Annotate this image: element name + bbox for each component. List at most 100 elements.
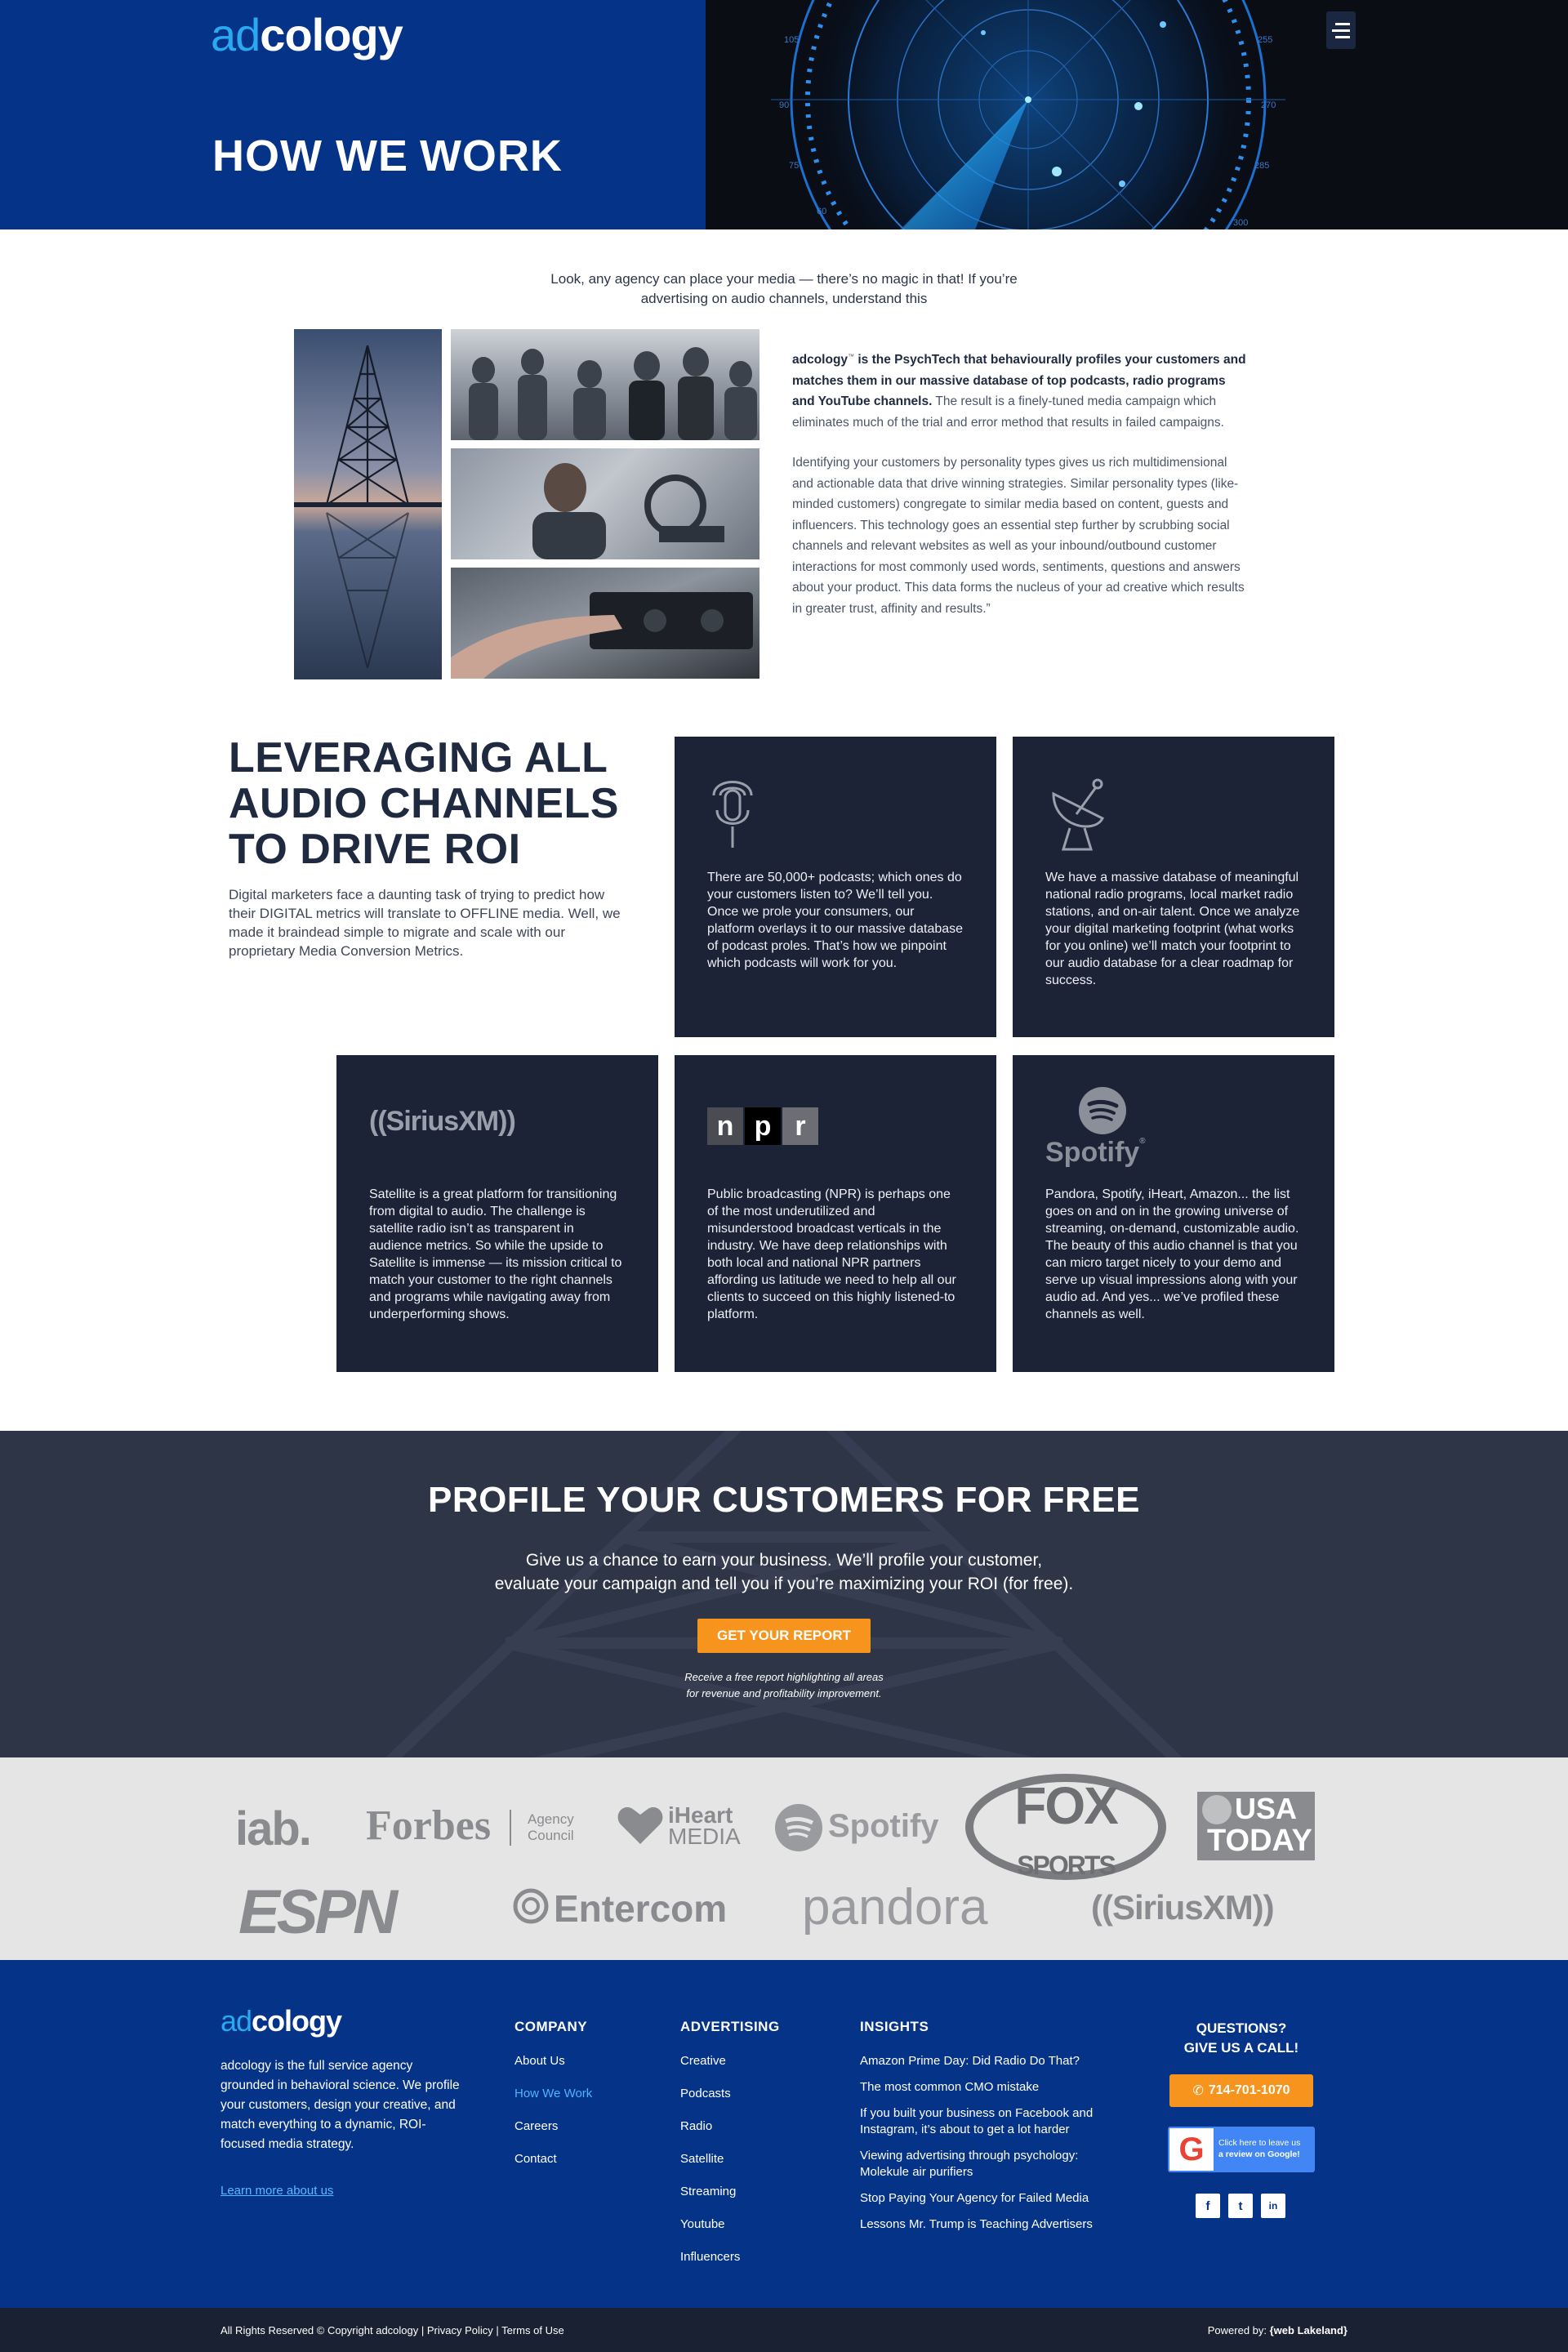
intro-lead: Look, any agency can place your media — … [550, 271, 1018, 306]
spotify-card-text: Pandora, Spotify, iHeart, Amazon... the … [1045, 1187, 1299, 1321]
podcast-card-text: There are 50,000+ podcasts; which ones d… [707, 871, 964, 970]
trademark: ™ [848, 353, 855, 360]
leverage-line-3: TO DRIVE ROI [229, 826, 521, 873]
google-review-button[interactable]: G Click here to leave us a review on Goog… [1168, 2127, 1315, 2172]
powered-by: Powered by: {web Lakeland} [1208, 2324, 1348, 2336]
footer-insight-link[interactable]: Amazon Prime Day: Did Radio Do That? [860, 2053, 1129, 2069]
questions-line-1: QUESTIONS? [1196, 2020, 1287, 2036]
copyright-text: All Rights Reserved © Copyright adcology… [220, 2324, 564, 2336]
cta-section: PROFILE YOUR CUSTOMERS FOR FREE Give us … [0, 1431, 1568, 1757]
espn-logo: ESPN [238, 1878, 398, 1947]
footer-link-youtube[interactable]: Youtube [680, 2216, 780, 2233]
google-review-line-2: a review on Google! [1218, 2149, 1300, 2159]
footer-link-podcasts[interactable]: Podcasts [680, 2086, 780, 2102]
footer-logo-cology: cology [252, 2004, 342, 2038]
spotify-wordmark: Spotify [1045, 1137, 1140, 1168]
footer-link-about-us[interactable]: About Us [514, 2053, 592, 2069]
iheart-media: MEDIA [668, 1824, 741, 1849]
hero-banner: 105 90 75 60 255 270 285 300 adcology HO… [0, 0, 1568, 229]
footer-link-contact[interactable]: Contact [514, 2151, 592, 2167]
studio-illustration [532, 463, 724, 559]
get-report-button[interactable]: GET YOUR REPORT [697, 1619, 871, 1653]
iheart-logo: iHeart MEDIA [668, 1804, 741, 1849]
twitter-icon[interactable]: t [1228, 2194, 1253, 2218]
npr-card-text: Public broadcasting (NPR) is perhaps one… [707, 1187, 956, 1321]
forbes-logo: Forbes [366, 1802, 492, 1849]
leverage-description: Digital marketers face a daunting task o… [229, 887, 621, 959]
cta-title-bold: CUSTOMERS FOR FREE [711, 1480, 1140, 1520]
intro-paragraph-2: Identifying your customers by personalit… [792, 456, 1245, 616]
footer-link-influencers[interactable]: Influencers [680, 2249, 780, 2265]
car-radio-photo [451, 568, 760, 679]
spotify-registered-mark: ® [1139, 1137, 1146, 1146]
partner-logos: iab. Forbes Agency Council iHeart MEDIA Sp… [0, 1757, 1568, 1960]
brand-name: adcology [792, 353, 849, 368]
footer-link-creative[interactable]: Creative [680, 2053, 780, 2069]
footer-advertising-column: ADVERTISING Creative Podcasts Radio Sate… [680, 2019, 780, 2282]
leverage-heading: LEVERAGING ALL AUDIO CHANNELS TO DRIVE R… [229, 735, 653, 872]
footer-insight-link[interactable]: If you built your business on Facebook a… [860, 2105, 1129, 2138]
footer-insight-link[interactable]: The most common CMO mistake [860, 2079, 1129, 2096]
forbes-council-label: Agency Council [528, 1811, 574, 1844]
radar-label: 300 [1233, 218, 1248, 228]
cta-note-line-2: for revenue and profitability improvemen… [686, 1687, 882, 1699]
car-radio-illustration [451, 592, 753, 679]
page-title: HOW WE WORK [212, 131, 563, 181]
siriusxm-logo: ((SiriusXM)) [369, 1106, 516, 1137]
spotify-icon [1079, 1087, 1126, 1134]
footer-about: adcology is the full service agency grou… [220, 2059, 460, 2151]
npr-letter: r [782, 1107, 818, 1145]
google-icon: G [1169, 2128, 1214, 2171]
spotify-logo: Spotify® [1045, 1086, 1160, 1169]
podcast-card: There are 50,000+ podcasts; which ones d… [675, 737, 996, 1037]
footer-logo[interactable]: adcology [220, 2004, 342, 2038]
radio-tower-photo [294, 329, 442, 679]
footer-company-column: COMPANY About Us How We Work Careers Con… [514, 2019, 592, 2184]
spotify-card: Spotify® Pandora, Spotify, iHeart, Amazo… [1013, 1055, 1334, 1372]
footer-link-streaming[interactable]: Streaming [680, 2184, 780, 2200]
footer-insights-column: INSIGHTS Amazon Prime Day: Did Radio Do … [860, 2019, 1129, 2243]
forbes-sub-2: Council [528, 1828, 574, 1843]
hamburger-icon-bar [1335, 35, 1350, 38]
site-logo[interactable]: adcology [211, 8, 403, 61]
learn-more-link[interactable]: Learn more about us [220, 2184, 333, 2198]
footer-link-how-we-work[interactable]: How We Work [514, 2086, 592, 2102]
linkedin-icon[interactable]: in [1261, 2194, 1285, 2218]
iab-logo: iab. [235, 1802, 312, 1855]
npr-letter: n [707, 1107, 743, 1145]
cta-note-line-1: Receive a free report highlighting all a… [684, 1671, 884, 1683]
radar-label: 90 [779, 100, 789, 110]
phone-number: 714-701-1070 [1208, 2083, 1290, 2097]
footer-insight-link[interactable]: Lessons Mr. Trump is Teaching Advertiser… [860, 2216, 1129, 2233]
today-text: TODAY [1207, 1824, 1312, 1858]
google-review-line-1: Click here to leave us [1218, 2138, 1301, 2148]
npr-card: n p r Public broadcasting (NPR) is perha… [675, 1055, 996, 1372]
usa-text: USA [1235, 1792, 1298, 1825]
npr-logo: n p r [707, 1107, 818, 1145]
usa-today-logo: USA TODAY [1197, 1792, 1315, 1860]
usa-today-globe-icon [1202, 1795, 1232, 1824]
footer-insight-link[interactable]: Viewing advertising through psychology: … [860, 2148, 1129, 2180]
footer-advertising-title: ADVERTISING [680, 2019, 780, 2034]
npr-letter: p [745, 1107, 781, 1145]
footer-logo-ad: ad [220, 2004, 252, 2038]
spotify-logo-text: Spotify [828, 1808, 939, 1844]
entercom-logo: Entercom [554, 1887, 728, 1930]
call-phone-button[interactable]: ✆ 714-701-1070 [1169, 2074, 1313, 2107]
cta-subtitle-line-1: Give us a chance to earn your business. … [525, 1551, 1043, 1570]
footer-company-title: COMPANY [514, 2019, 588, 2034]
footer-link-satellite[interactable]: Satellite [680, 2151, 780, 2167]
facebook-icon[interactable]: f [1196, 2194, 1220, 2218]
spotify-logo-icon [774, 1803, 823, 1852]
hero-radar-image: 105 90 75 60 255 270 285 300 [706, 0, 1568, 229]
radar-label: 60 [817, 207, 826, 216]
menu-toggle-button[interactable] [1326, 11, 1356, 49]
footer-insight-link[interactable]: Stop Paying Your Agency for Failed Media [860, 2190, 1129, 2207]
footer-link-radio[interactable]: Radio [680, 2118, 780, 2135]
google-review-text: Click here to leave us a review on Google… [1218, 2137, 1312, 2160]
footer-link-careers[interactable]: Careers [514, 2118, 592, 2135]
radar-graphic: 105 90 75 60 255 270 285 300 [771, 0, 1285, 229]
crowd-illustration [469, 347, 757, 440]
tower-illustration [294, 345, 442, 669]
questions-line-2: GIVE US A CALL! [1183, 2040, 1299, 2056]
